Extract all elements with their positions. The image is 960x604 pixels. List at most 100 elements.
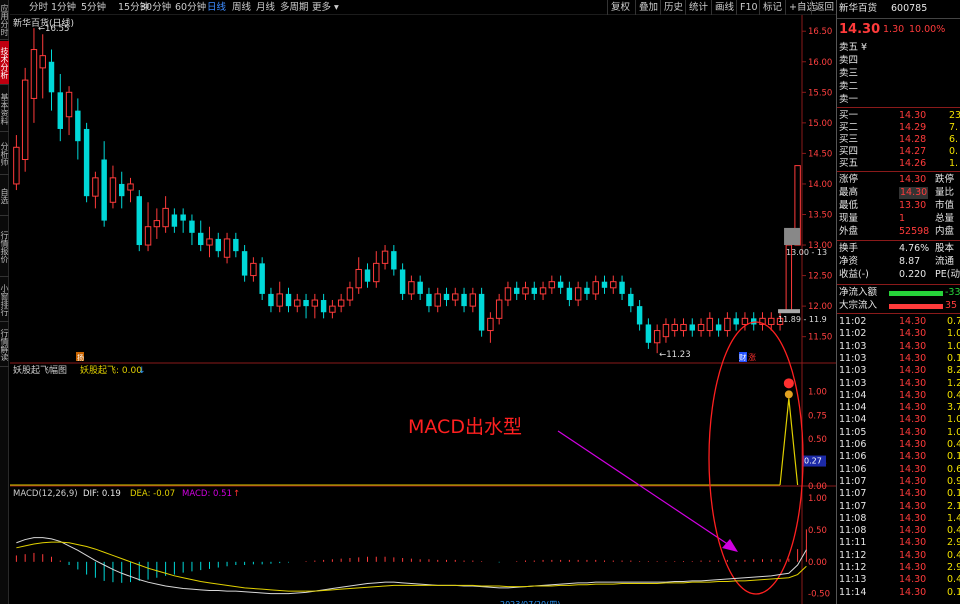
stat-label-2: 市值	[935, 200, 955, 211]
macd-legend-3: MACD: 0.51	[182, 489, 232, 499]
low-label: ←11.23	[659, 350, 690, 360]
left-tab-3[interactable]: 分析师	[0, 133, 9, 175]
candle-body	[399, 269, 406, 294]
tick-volume: 0.4	[947, 389, 960, 401]
stat-row: 换手 4.76% 股本	[837, 243, 960, 255]
stat-value: 4.76%	[899, 243, 930, 254]
toolbar-btn-8[interactable]: 返回	[811, 0, 837, 15]
indicator1-y-tick: 1.00	[808, 388, 827, 398]
sell-row: 卖三	[837, 68, 960, 80]
candle-body	[57, 92, 63, 129]
buy-label: 买二	[839, 122, 859, 133]
indicator1-current: 0.27	[804, 457, 822, 466]
candle-body	[671, 323, 678, 332]
buy-label: 买三	[839, 134, 859, 145]
stat-label-2: 跌停	[935, 174, 955, 185]
tick-row: 11:03 14.30 1.0	[837, 341, 960, 353]
period-4[interactable]: 30分钟	[140, 1, 171, 14]
y-tick-label: 14.00	[808, 180, 832, 190]
period-9[interactable]: 多周期	[280, 1, 309, 14]
sell-label: 卖五 ¥	[839, 42, 868, 53]
sell-label: 卖二	[839, 81, 859, 92]
tick-volume: 0.9	[947, 475, 960, 487]
left-tab-6[interactable]: 小窗排行	[0, 278, 9, 322]
candle-body	[610, 281, 617, 289]
tick-volume: 0.4	[947, 525, 960, 537]
tick-row: 11:08 14.30 0.4	[837, 525, 960, 537]
buy-row: 买一 14.30 232	[837, 110, 960, 122]
flow-value: 35	[945, 300, 958, 311]
buy-row: 买四 14.27 0.	[837, 146, 960, 158]
candle-body	[478, 293, 485, 331]
tick-time: 11:11	[839, 537, 867, 549]
candle-body	[83, 128, 90, 197]
candle-body	[566, 287, 573, 301]
stat-row: 净资 8.87 流通	[837, 256, 960, 268]
candle-body	[180, 214, 186, 221]
candle-body	[706, 317, 714, 332]
candle-body	[619, 281, 625, 294]
period-6[interactable]: 日线	[207, 1, 226, 14]
period-5[interactable]: 60分钟	[175, 1, 206, 14]
period-1[interactable]: 1分钟	[51, 1, 76, 14]
candle-body	[13, 146, 20, 185]
left-tab-5[interactable]: 行情报价	[0, 217, 9, 277]
tick-price: 14.30	[899, 377, 927, 389]
tick-row: 11:07 14.30 2.1	[837, 501, 960, 513]
stat-label: 最高	[839, 187, 859, 198]
tick-row: 11:03 14.30 1.2	[837, 378, 960, 390]
macd-y-tick: -0.50	[808, 590, 830, 600]
toolbar-btn-6[interactable]: 标记	[759, 0, 785, 15]
tick-time: 11:06	[839, 451, 867, 463]
chart-bg	[10, 15, 836, 604]
candle-body	[434, 293, 441, 307]
flow-row: 净流入额 -33	[837, 287, 960, 299]
period-7[interactable]: 周线	[232, 1, 251, 14]
indicator1-y-tick: 0.00	[808, 482, 827, 492]
current-price: 14.30	[839, 22, 881, 37]
tick-price: 14.30	[899, 352, 927, 364]
candle-body	[584, 287, 590, 294]
tick-time: 11:14	[839, 586, 867, 598]
indicator1-y-tick: 0.50	[808, 435, 827, 445]
tick-time: 11:03	[839, 352, 867, 364]
left-tab-1[interactable]: 技术分析	[0, 41, 9, 85]
toolbar-btn-0[interactable]: 复权	[607, 0, 633, 15]
toolbar-btn-3[interactable]: 统计	[685, 0, 711, 15]
toolbar-btn-1[interactable]: 叠加	[635, 0, 661, 15]
tick-volume: 1.4	[947, 512, 960, 524]
candle-body	[320, 300, 327, 313]
chart-area[interactable]: 新华百货(日线) 16.50 16.00 15.50 15.00 14.50 14.00 13…	[10, 15, 836, 604]
sell-label: 卖一	[839, 94, 859, 105]
toolbar-btn-2[interactable]: 历史	[660, 0, 686, 15]
period-10[interactable]: 更多 ▾	[312, 1, 339, 14]
left-tab-4[interactable]: 自选	[0, 176, 9, 216]
period-2[interactable]: 5分钟	[81, 1, 106, 14]
left-tab-0[interactable]: 应用分时	[0, 0, 9, 40]
tick-price: 14.30	[899, 402, 927, 414]
left-tab-2[interactable]: 基本资料	[0, 86, 9, 132]
stat-row: 外盘 52598 内盘	[837, 226, 960, 238]
stock-name: 新华百货	[839, 3, 878, 14]
period-8[interactable]: 月线	[256, 1, 275, 14]
tick-row: 11:04 14.30 1.0	[837, 414, 960, 426]
y-tick-label: 15.50	[808, 88, 832, 98]
buy-volume: 232	[949, 110, 960, 121]
period-0[interactable]: 分时	[29, 1, 48, 14]
toolbar-btn-5[interactable]: F10	[736, 0, 761, 15]
stat-label: 最低	[839, 200, 859, 211]
tick-volume: 2.1	[947, 500, 960, 512]
stat-label-2: 流通	[935, 256, 955, 267]
candle-body	[294, 299, 301, 307]
candle-body	[557, 281, 564, 288]
buy-price: 14.28	[899, 134, 927, 145]
tick-time: 11:02	[839, 328, 867, 340]
stat-label-2: 总量	[935, 213, 955, 224]
toolbar-btn-4[interactable]: 画线	[711, 0, 737, 15]
left-tab-7[interactable]: 行情解读	[0, 323, 9, 367]
y-tick-label: 16.00	[808, 58, 832, 68]
candle-body	[539, 287, 547, 295]
candle-body	[628, 293, 634, 307]
candle-body	[680, 323, 687, 332]
y-tick-label: 12.00	[808, 302, 832, 312]
